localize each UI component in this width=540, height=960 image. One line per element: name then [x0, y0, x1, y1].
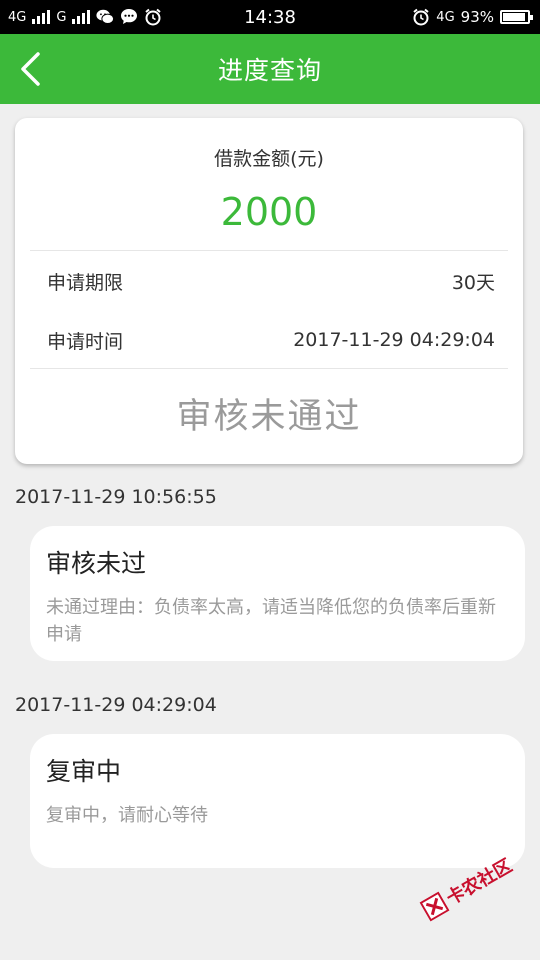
timeline-card: 复审中 复审中，请耐心等待 [30, 734, 525, 868]
watermark-text: 卡农社区 [443, 855, 516, 910]
battery-icon [500, 10, 533, 24]
wechat-icon [96, 8, 115, 26]
status-bar: 4G G 14:38 4G 93% [0, 0, 540, 34]
divider [30, 368, 508, 369]
term-row: 申请期限 30天 [47, 266, 495, 296]
battery-percent: 93% [460, 8, 494, 26]
timeline-desc: 复审中，请耐心等待 [46, 805, 208, 826]
apply-time-label: 申请时间 [47, 330, 124, 353]
timeline-title: 复审中 [46, 757, 122, 786]
timeline-card: 审核未过 未通过理由：负债率太高，请适当降低您的负债率后重新申请 [30, 526, 525, 661]
network-type-label-right: 4G [436, 9, 455, 25]
amount-value: 2000 [220, 190, 318, 234]
timeline-timestamp: 2017-11-29 04:29:04 [15, 694, 217, 716]
network-type-label: 4G [8, 9, 27, 25]
message-icon [120, 8, 138, 26]
alarm-icon-right [412, 8, 430, 26]
battery-fill [503, 13, 526, 21]
status-bar-right: 4G 93% [412, 0, 533, 34]
signal-strength-icon-2 [72, 10, 91, 24]
status-bar-left: 4G G [8, 0, 162, 34]
network-type-label-2: G [56, 9, 67, 25]
review-status: 审核未通过 [176, 397, 362, 437]
apply-time-value: 2017-11-29 04:29:04 [293, 329, 495, 351]
timeline-desc: 未通过理由：负债率太高，请适当降低您的负债率后重新申请 [46, 597, 496, 645]
loan-summary-card: 借款金额(元) 2000 申请期限 30天 申请时间 2017-11-29 04… [15, 118, 523, 464]
timeline-timestamp: 2017-11-29 10:56:55 [15, 486, 217, 508]
term-value: 30天 [451, 271, 495, 294]
timeline-title: 审核未过 [46, 549, 147, 578]
page-title: 进度查询 [217, 56, 322, 85]
divider [30, 250, 508, 251]
term-label: 申请期限 [47, 271, 124, 294]
apply-time-row: 申请时间 2017-11-29 04:29:04 [47, 325, 495, 355]
signal-strength-icon [32, 10, 51, 24]
amount-label: 借款金额(元) [214, 148, 324, 170]
alarm-icon [144, 8, 162, 26]
app-header: 进度查询 [0, 34, 540, 104]
